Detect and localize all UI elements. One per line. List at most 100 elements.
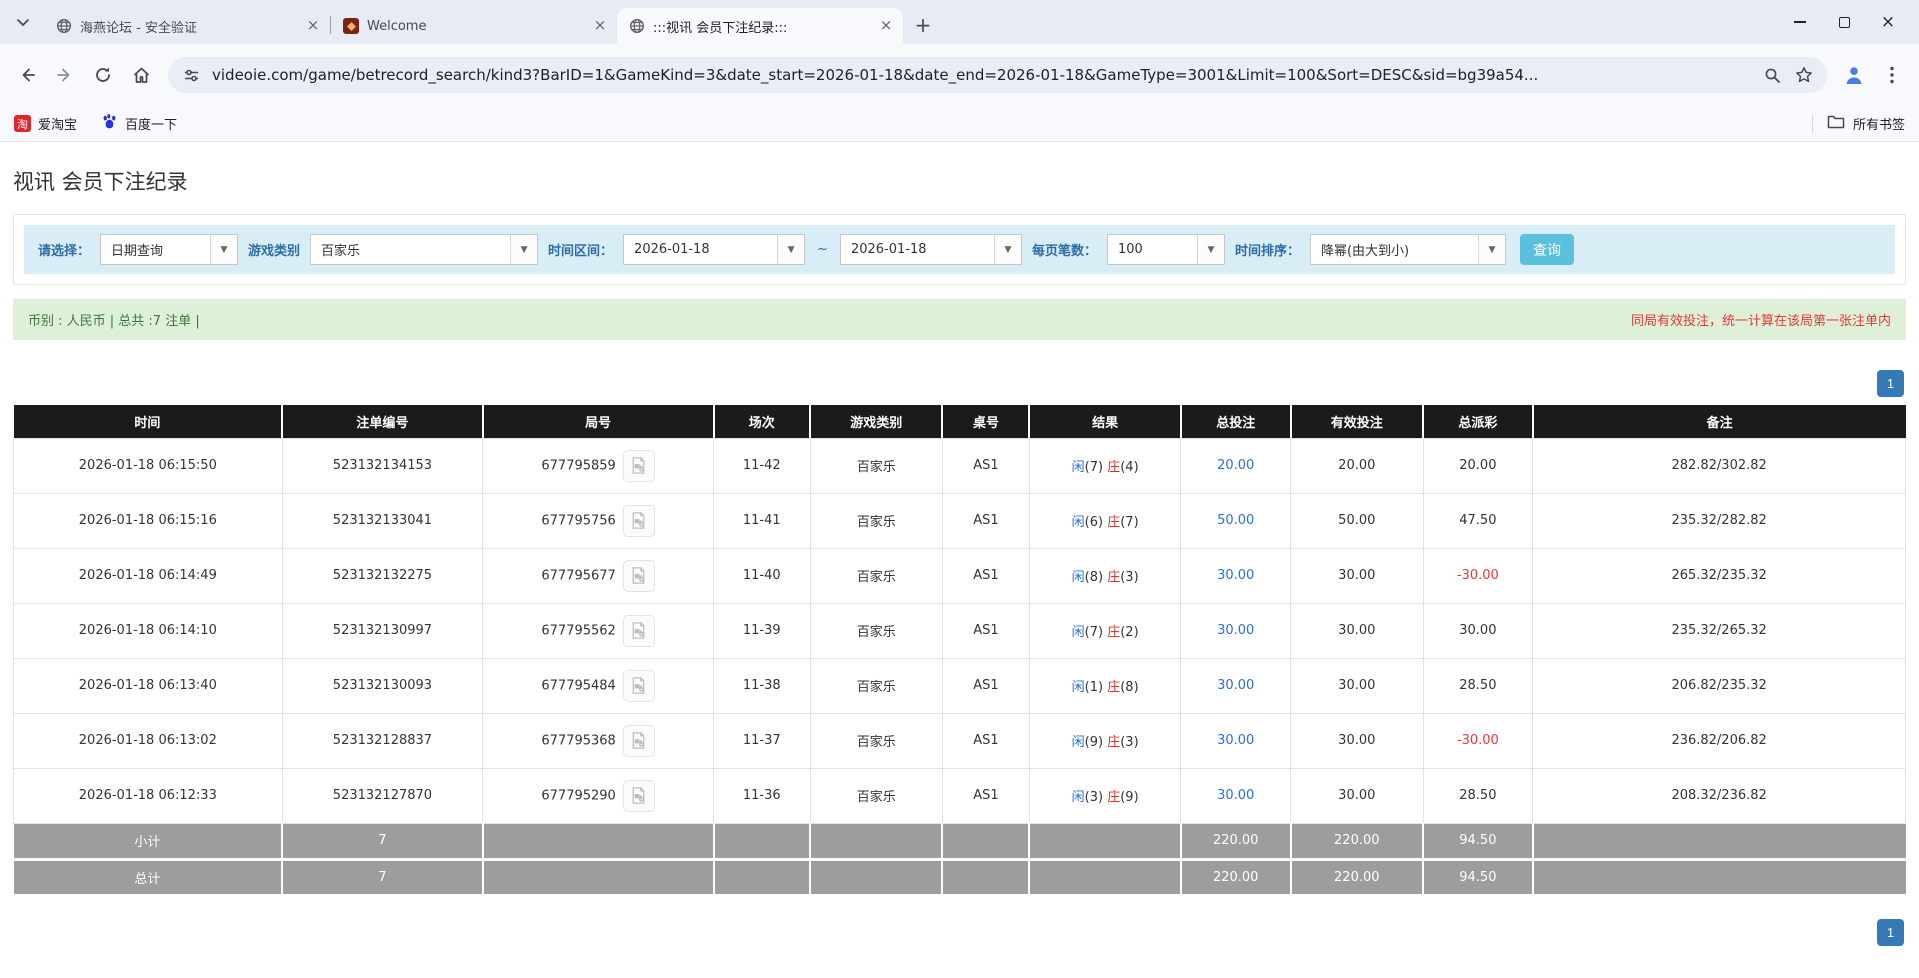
bet-time: 2026-01-18 06:15:16 [14,493,283,548]
banker-result-points: (3) [1120,570,1138,585]
sort-order-label: 时间排序： [1235,240,1300,259]
banker-result-points: (7) [1120,515,1138,530]
table-number: AS1 [942,493,1029,548]
round-number-cell: 677795368 [483,713,714,768]
game-category-label: 游戏类别 [248,240,300,259]
banker-result-label: 庄 [1107,680,1120,695]
valid-bet: 30.00 [1291,768,1423,823]
round-number-cell: 677795756 [483,493,714,548]
game-category-select[interactable]: 百家乐 ▼ [310,234,538,265]
zoom-magnifier-icon[interactable] [1761,64,1783,86]
chevron-down-icon: ▼ [210,235,237,264]
valid-bet-notice-text: 同局有效投注，统一计算在该局第一张注单内 [1631,310,1891,329]
search-button[interactable]: 查询 [1520,234,1574,265]
sort-order-select[interactable]: 降幂(由大到小) ▼ [1310,234,1506,265]
video-replay-icon[interactable] [623,615,655,647]
window-close-button[interactable]: × [1875,9,1901,35]
url-text[interactable]: videoie.com/game/betrecord_search/kind3?… [212,66,1751,84]
table-number: AS1 [942,548,1029,603]
table-row: 2026-01-18 06:15:50 523132134153 6777958… [14,438,1906,493]
bet-time: 2026-01-18 06:14:10 [14,603,283,658]
video-replay-icon[interactable] [623,670,655,702]
payout: 47.50 [1423,493,1533,548]
remark: 206.82/235.32 [1533,658,1906,713]
window-minimize-button[interactable] [1787,9,1813,35]
site-info-icon[interactable] [180,64,202,86]
tab-close-icon[interactable]: × [591,17,609,35]
window-controls: × [1769,0,1919,44]
summary-bar: 币别 : 人民币 | 总共 :7 注单 | 同局有效投注，统一计算在该局第一张注… [13,299,1906,340]
total-bet-link[interactable]: 50.00 [1217,513,1254,528]
game-category: 百家乐 [810,493,942,548]
valid-bet: 20.00 [1291,438,1423,493]
window-maximize-button[interactable] [1831,9,1857,35]
tab-close-icon[interactable]: × [877,17,895,35]
browser-menu-icon[interactable] [1875,58,1909,92]
reload-icon[interactable] [86,58,120,92]
new-tab-button[interactable]: + [909,11,937,39]
per-page-label: 每页笔数： [1032,240,1097,259]
home-icon[interactable] [124,58,158,92]
bet-number: 523132134153 [282,438,483,493]
tab-close-icon[interactable]: × [304,17,322,35]
result-cell: 闲(9) 庄(3) [1029,713,1180,768]
browser-tab-1[interactable]: 海燕论坛 - 安全验证 × [44,8,330,44]
video-replay-icon[interactable] [623,725,655,757]
total-bet-link[interactable]: 30.00 [1217,788,1254,803]
bookmark-aitaobao[interactable]: 淘 爱淘宝 [14,114,77,133]
banker-result-label: 庄 [1107,735,1120,750]
chevron-down-icon: ▼ [510,235,537,264]
col-table-no: 桌号 [942,405,1029,438]
col-game: 游戏类别 [810,405,942,438]
profile-avatar-icon[interactable] [1837,58,1871,92]
taobao-icon: 淘 [14,115,31,132]
bookmark-baidu[interactable]: 百度一下 [101,113,177,134]
page-1-button[interactable]: 1 [1877,919,1904,946]
per-page-value: 100 [1108,235,1197,264]
valid-bet: 50.00 [1291,493,1423,548]
browser-tab-active[interactable]: :::视讯 会员下注纪录::: × [617,8,903,44]
total-bet-link[interactable]: 30.00 [1217,623,1254,638]
bookmarks-divider [1812,115,1813,133]
address-bar[interactable]: videoie.com/game/betrecord_search/kind3?… [168,57,1827,93]
round-number: 677795368 [541,733,615,748]
banker-result-points: (8) [1120,680,1138,695]
video-replay-icon[interactable] [623,450,655,482]
payout: -30.00 [1423,548,1533,603]
total-bet-link[interactable]: 30.00 [1217,568,1254,583]
banker-result-points: (2) [1120,625,1138,640]
browser-tab-2[interactable]: Welcome × [331,8,617,44]
table-number: AS1 [942,438,1029,493]
forward-icon[interactable] [48,58,82,92]
tab-search-chevron-icon[interactable] [8,8,38,38]
video-replay-icon[interactable] [623,780,655,812]
subtotal-total-bet: 220.00 [1181,823,1291,859]
back-icon[interactable] [10,58,44,92]
all-bookmarks[interactable]: 所有书签 [1812,114,1905,133]
total-bet-link[interactable]: 30.00 [1217,733,1254,748]
round-number-cell: 677795677 [483,548,714,603]
page-1-button[interactable]: 1 [1877,370,1904,397]
total-bet-link[interactable]: 20.00 [1217,458,1254,473]
remark: 235.32/265.32 [1533,603,1906,658]
pagination-bottom: 1 [13,919,1904,946]
table-number: AS1 [942,768,1029,823]
video-replay-icon[interactable] [623,560,655,592]
query-type-select[interactable]: 日期查询 ▼ [100,234,238,265]
result-cell: 闲(1) 庄(8) [1029,658,1180,713]
video-replay-icon[interactable] [623,505,655,537]
game-category: 百家乐 [810,548,942,603]
game-category: 百家乐 [810,713,942,768]
game-category: 百家乐 [810,438,942,493]
date-end-value: 2026-01-18 [841,235,994,264]
bookmark-star-icon[interactable] [1793,64,1815,86]
game-category: 百家乐 [810,768,942,823]
payout: 28.50 [1423,768,1533,823]
per-page-select[interactable]: 100 ▼ [1107,234,1225,265]
total-bet-link[interactable]: 30.00 [1217,678,1254,693]
subtotal-payout: 94.50 [1423,823,1533,859]
date-start-select[interactable]: 2026-01-18 ▼ [623,234,805,265]
round-number-cell: 677795562 [483,603,714,658]
globe-favicon-icon [56,18,72,34]
date-end-select[interactable]: 2026-01-18 ▼ [840,234,1022,265]
